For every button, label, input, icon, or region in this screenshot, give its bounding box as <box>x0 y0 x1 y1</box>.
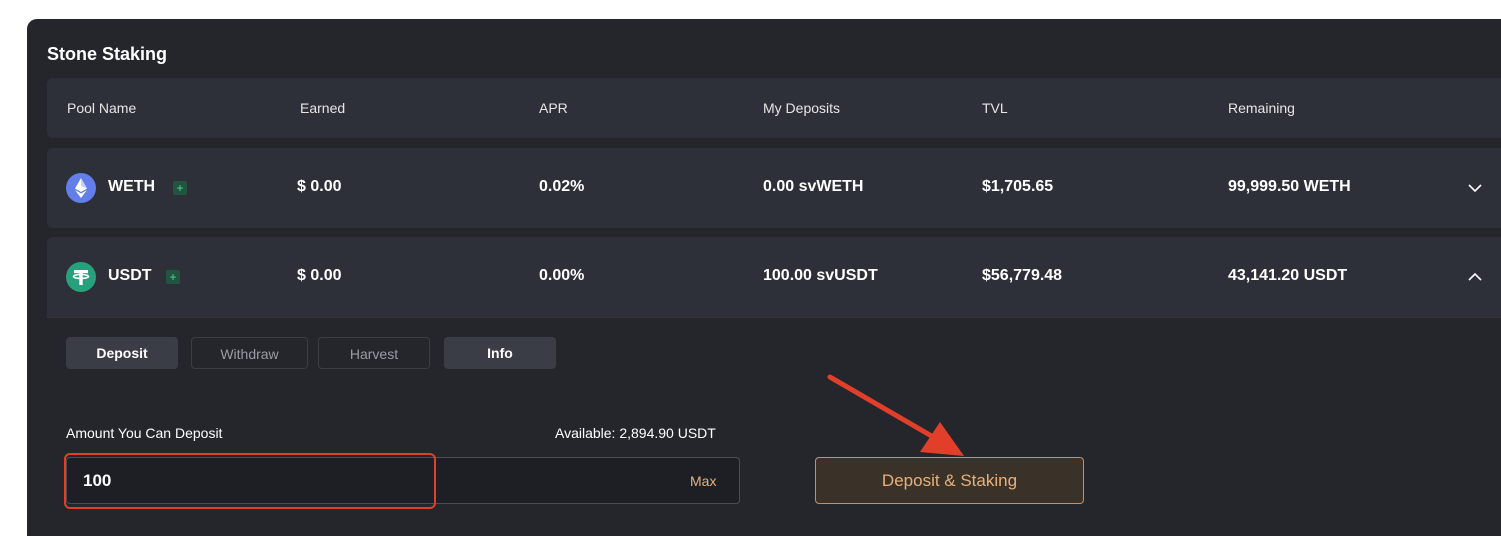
tab-info[interactable]: Info <box>444 337 556 369</box>
pool-apr: 0.00% <box>539 267 585 284</box>
pool-earned: $ 0.00 <box>297 178 342 195</box>
pool-my-deposits: 0.00 svWETH <box>763 178 864 195</box>
amount-label: Amount You Can Deposit <box>66 425 223 441</box>
table-header: Pool Name Earned APR My Deposits TVL Rem… <box>47 78 1501 138</box>
pool-tvl: $56,779.48 <box>982 267 1063 284</box>
max-button[interactable]: Max <box>690 473 716 489</box>
tab-harvest[interactable]: Harvest <box>318 337 430 369</box>
tether-icon <box>66 262 96 292</box>
panel-title: Stone Staking <box>47 44 168 64</box>
pool-tvl: $1,705.65 <box>982 178 1054 195</box>
plus-icon[interactable]: + <box>173 181 187 195</box>
pool-remaining: 43,141.20 USDT <box>1228 267 1348 284</box>
usdt-expanded-panel: Deposit Withdraw Harvest Info Amount You… <box>47 317 1501 536</box>
header-earned: Earned <box>300 100 346 116</box>
amount-input[interactable] <box>66 457 740 504</box>
header-pool-name: Pool Name <box>67 100 137 116</box>
header-apr: APR <box>539 100 568 116</box>
tab-deposit[interactable]: Deposit <box>66 337 178 369</box>
chevron-down-icon[interactable] <box>1465 178 1485 198</box>
stone-staking-panel: Stone Staking Pool Name Earned APR My De… <box>27 19 1501 536</box>
header-my-deposits: My Deposits <box>763 100 841 116</box>
pool-earned: $ 0.00 <box>297 267 342 284</box>
header-remaining: Remaining <box>1228 100 1295 116</box>
pool-name: USDT <box>108 267 152 284</box>
available-balance: Available: 2,894.90 USDT <box>555 425 716 441</box>
ethereum-icon <box>66 173 96 203</box>
pool-apr: 0.02% <box>539 178 585 195</box>
header-tvl: TVL <box>982 100 1008 116</box>
pool-remaining: 99,999.50 WETH <box>1228 178 1351 195</box>
pool-row-weth[interactable]: WETH + $ 0.00 0.02% 0.00 svWETH $1,705.6… <box>47 148 1501 228</box>
tab-withdraw[interactable]: Withdraw <box>191 337 308 369</box>
pool-my-deposits: 100.00 svUSDT <box>763 267 878 284</box>
pool-name: WETH <box>108 178 156 195</box>
pool-row-usdt[interactable]: USDT + $ 0.00 0.00% 100.00 svUSDT $56,77… <box>47 237 1501 317</box>
deposit-staking-button[interactable]: Deposit & Staking <box>815 457 1084 504</box>
chevron-up-icon[interactable] <box>1465 267 1485 287</box>
plus-icon[interactable]: + <box>166 270 180 284</box>
